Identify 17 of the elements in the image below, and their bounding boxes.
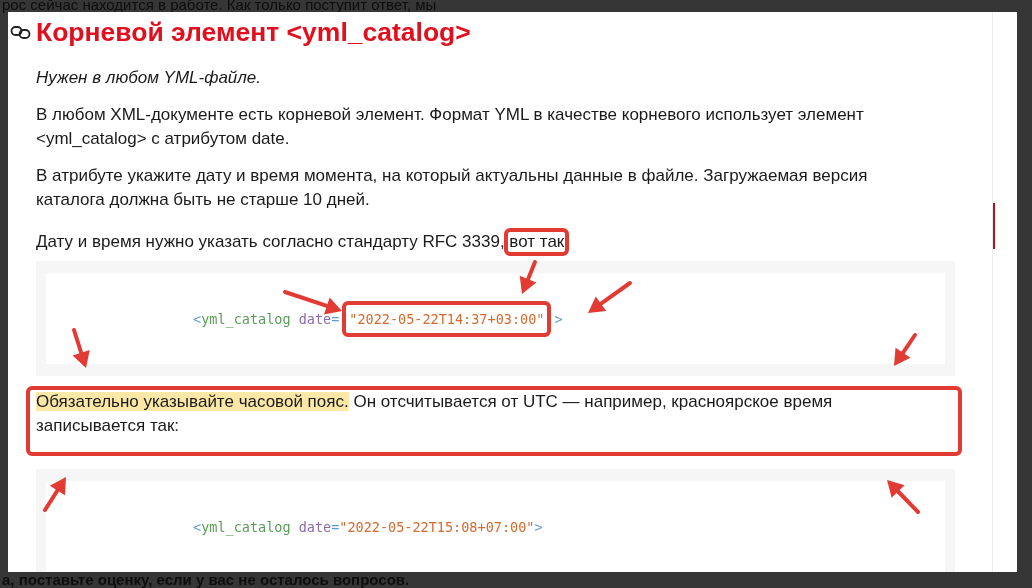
- annotation-arrow: [72, 328, 90, 368]
- article-title: Корневой элемент <yml_catalog>: [36, 16, 471, 48]
- annotation-arrow: [588, 281, 632, 313]
- section-marker: [993, 203, 995, 249]
- example-link[interactable]: вот так: [504, 228, 570, 256]
- lead-text: Нужен в любом YML-файле.: [36, 67, 263, 89]
- note-text: Обязательно указывайте часовой пояс. Он отсчитывается от UTC — например, красноярское время записывается так:: [26, 386, 962, 456]
- paragraph: В любом XML-документе есть корневой элемент. Формат YML в качестве корневого использует элемент <yml_catalog> с атрибутом date.: [36, 104, 865, 150]
- paragraph: В атрибуте укажите дату и время момента, на который актуальны данные в файле. Загружаемая версия каталога должна быть не старше 10 дней.: [36, 165, 869, 211]
- annotation-arrow: [283, 290, 342, 315]
- annotation-arrow: [887, 480, 920, 514]
- annotation-arrow: [894, 333, 917, 366]
- annotation-arrow: [519, 260, 537, 294]
- paragraph: Дату и время нужно указать согласно стандарту RFC 3339, вот так: [36, 230, 906, 254]
- annotation-arrow: [43, 477, 66, 512]
- link-icon[interactable]: [10, 25, 32, 39]
- code-line: <yml_catalog date="2022-05-22T15:08+07:00">: [192, 517, 544, 538]
